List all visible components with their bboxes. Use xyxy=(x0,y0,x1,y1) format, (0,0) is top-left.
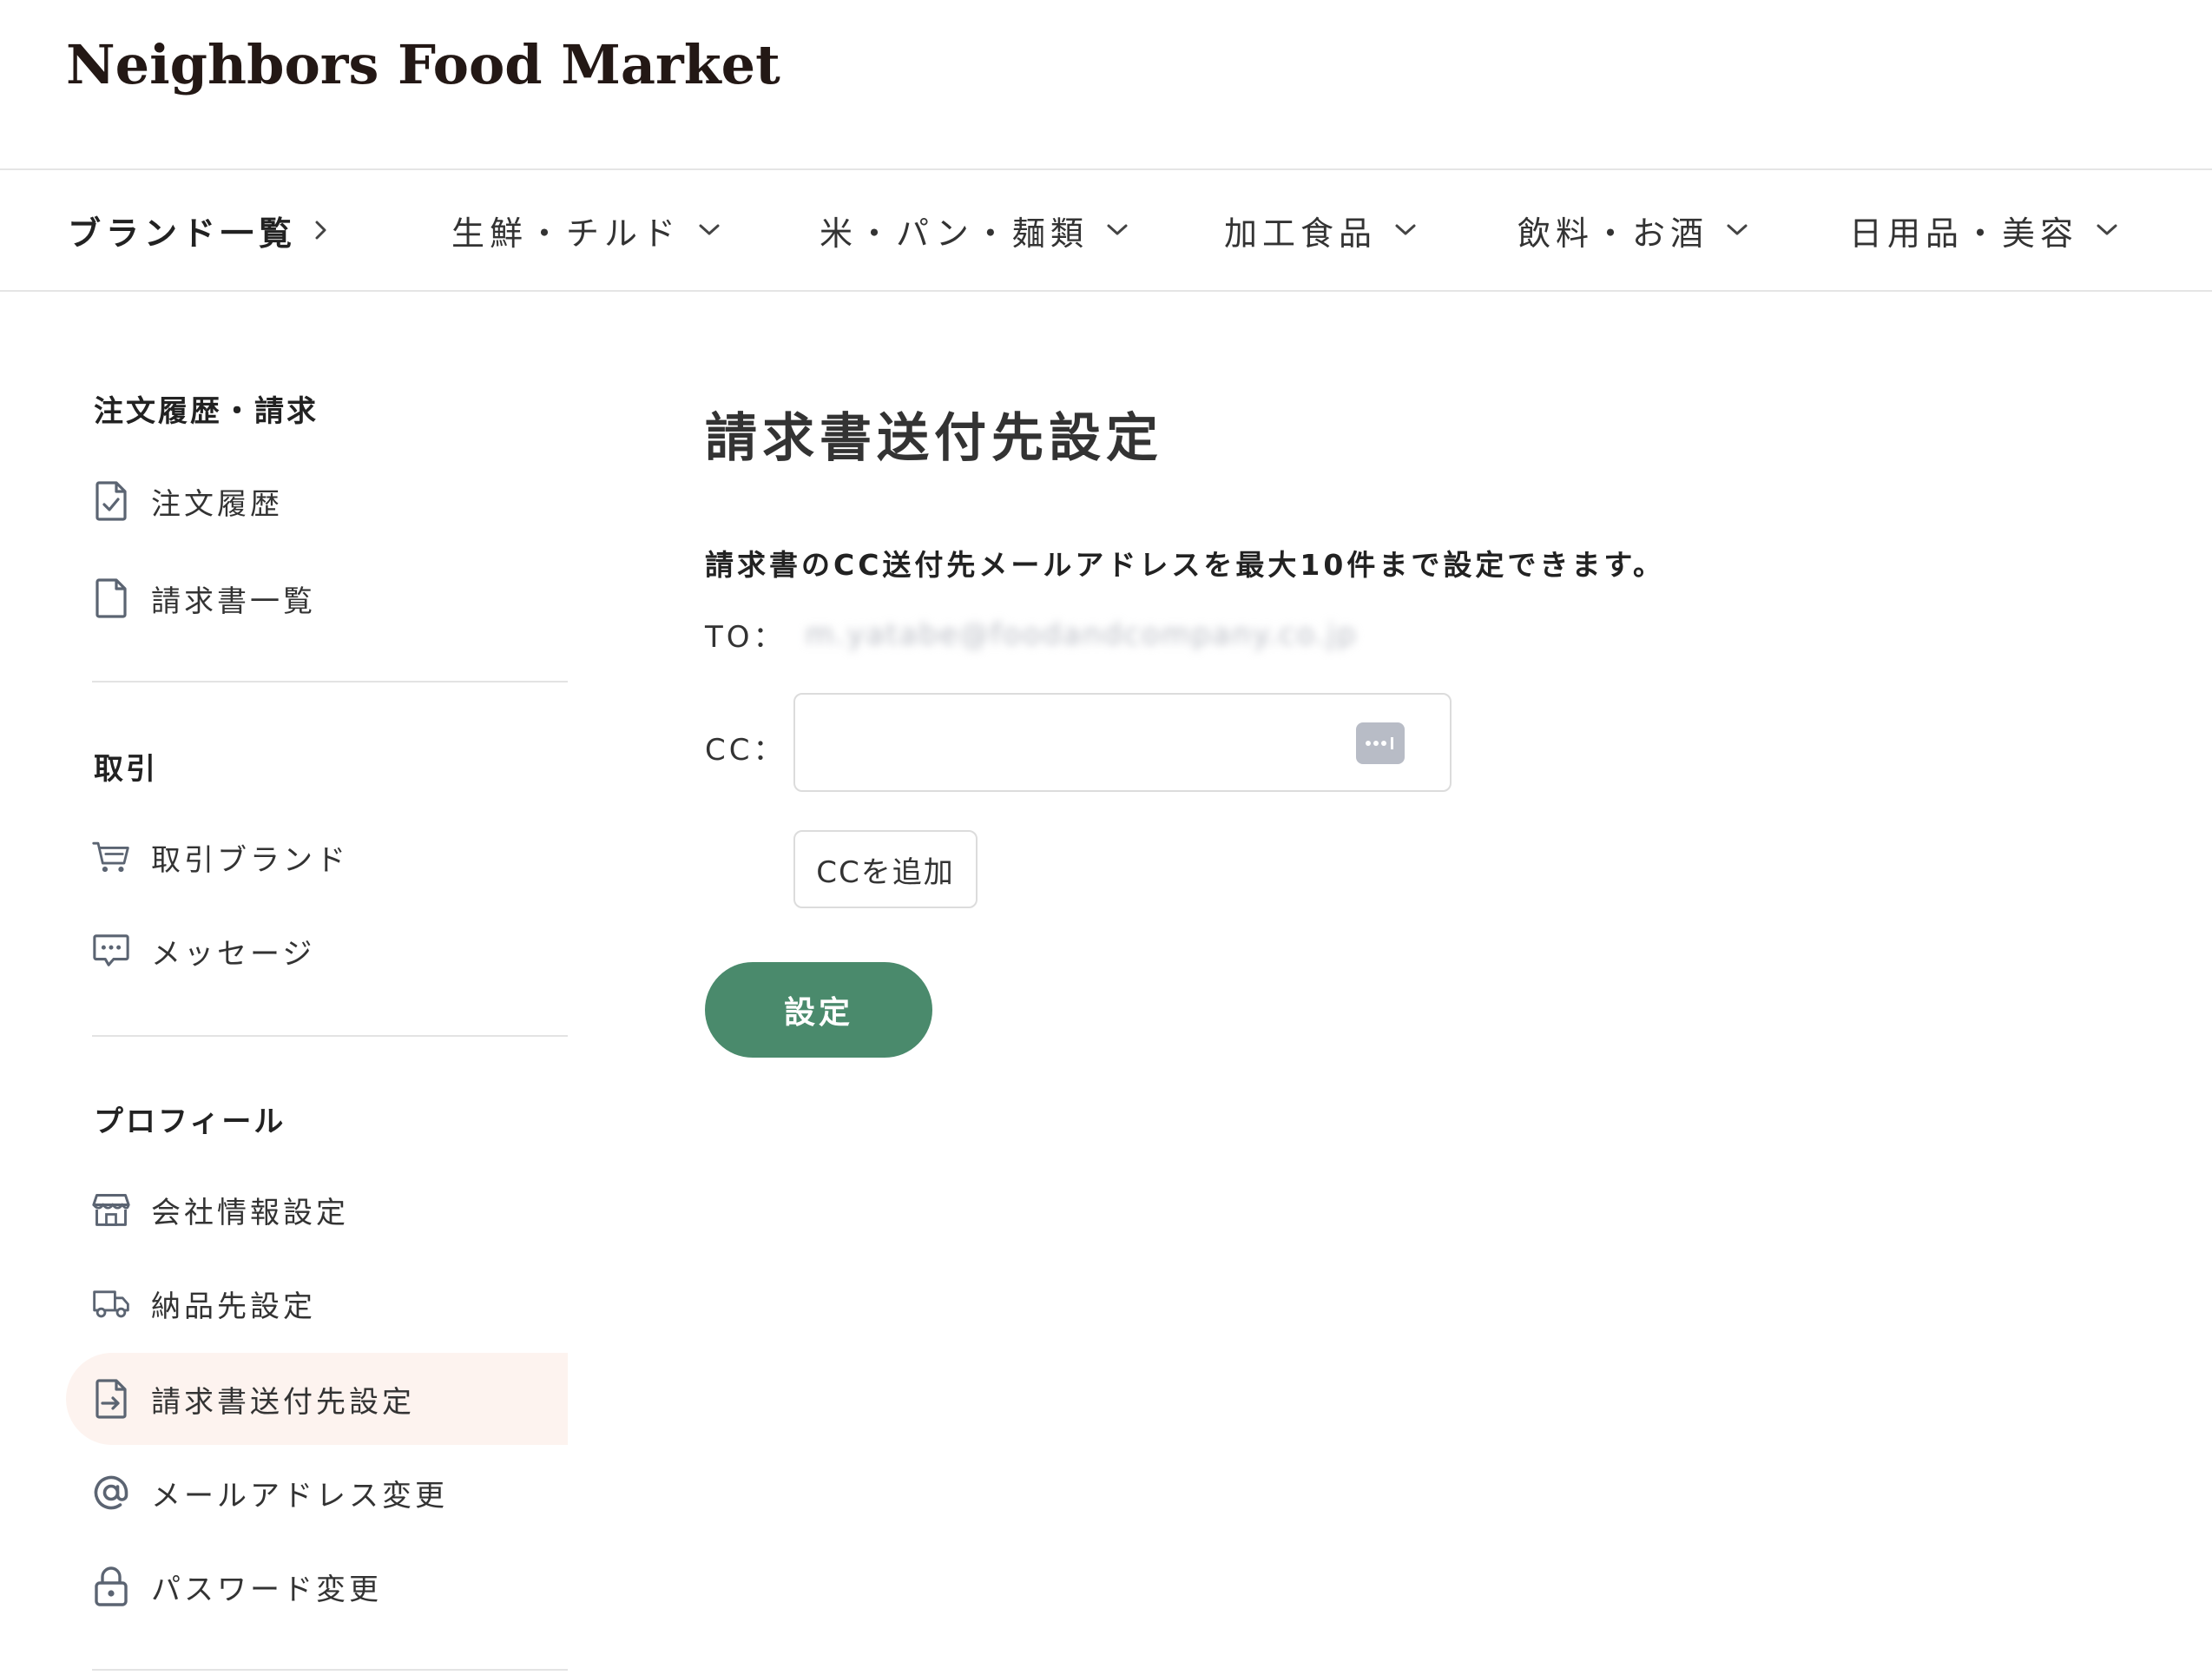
cc-label: CC： xyxy=(705,733,787,768)
nav-item-daily-goods[interactable]: 日用品・美容 xyxy=(1849,170,2120,290)
category-nav: ブランド一覧 生鮮・チルド 米・パン・麺類 加工食品 飲料・お酒 日用品・美容 xyxy=(0,170,2212,292)
chevron-down-icon xyxy=(699,224,720,235)
sidebar-item-label: 注文履歴 xyxy=(151,486,283,522)
nav-item-label: 生鮮・チルド xyxy=(451,214,681,253)
add-cc-button[interactable]: CCを追加 xyxy=(793,830,978,908)
document-icon xyxy=(92,578,130,618)
cc-email-input[interactable] xyxy=(813,710,1337,778)
sidebar-divider xyxy=(92,681,568,683)
nav-item-brands[interactable]: ブランド一覧 xyxy=(68,170,330,290)
chevron-down-icon xyxy=(1727,224,1748,235)
nav-item-fresh[interactable]: 生鮮・チルド xyxy=(451,170,722,290)
sidebar-item-messages[interactable]: メッセージ xyxy=(66,905,568,997)
sidebar-divider xyxy=(92,1035,568,1037)
site-logo[interactable]: Neighbors Food Market xyxy=(66,33,780,96)
chevron-down-icon xyxy=(1107,224,1128,235)
sidebar-item-invoice-list[interactable]: 請求書一覧 xyxy=(66,552,568,644)
chevron-right-icon xyxy=(315,221,326,240)
store-icon xyxy=(92,1190,130,1229)
nav-item-label: 日用品・美容 xyxy=(1849,214,2079,253)
cc-input-container[interactable] xyxy=(793,693,1452,792)
sidebar-item-password-change[interactable]: パスワード変更 xyxy=(66,1540,568,1632)
nav-item-drinks[interactable]: 飲料・お酒 xyxy=(1517,170,1750,290)
to-email-value: m.yatabe@foodandcompany.co.jp xyxy=(805,617,1358,652)
sidebar-section-title-trading: 取引 xyxy=(94,752,158,787)
sidebar-item-invoice-recipient[interactable]: 請求書送付先設定 xyxy=(66,1353,568,1445)
document-check-icon xyxy=(92,481,130,521)
cart-icon xyxy=(92,838,130,876)
truck-icon xyxy=(92,1284,130,1322)
sidebar-divider xyxy=(92,1669,568,1671)
sidebar-item-label: メッセージ xyxy=(151,936,316,972)
page-description: 請求書のCC送付先メールアドレスを最大10件まで設定できます。 xyxy=(705,548,1666,582)
to-row: TO： m.yatabe@foodandcompany.co.jp xyxy=(705,613,1358,656)
nav-item-label: 米・パン・麺類 xyxy=(820,214,1089,253)
sidebar-item-label: メールアドレス変更 xyxy=(151,1478,448,1513)
lock-icon xyxy=(92,1566,130,1606)
to-label: TO： xyxy=(705,620,787,655)
sidebar-item-company-info[interactable]: 会社情報設定 xyxy=(66,1164,568,1256)
chevron-down-icon xyxy=(1395,224,1416,235)
sidebar-item-label: パスワード変更 xyxy=(151,1572,382,1607)
site-header: Neighbors Food Market xyxy=(0,0,2212,170)
sidebar-section-title-profile: プロフィール xyxy=(94,1105,286,1139)
sidebar-item-label: 請求書一覧 xyxy=(151,584,316,619)
sidebar-item-trading-brands[interactable]: 取引ブランド xyxy=(66,811,568,903)
at-icon xyxy=(92,1474,130,1512)
sidebar-item-delivery[interactable]: 納品先設定 xyxy=(66,1257,568,1349)
nav-item-label: 飲料・お酒 xyxy=(1517,214,1709,253)
nav-item-processed[interactable]: 加工食品 xyxy=(1224,170,1419,290)
document-arrow-icon xyxy=(92,1379,130,1419)
chevron-down-icon xyxy=(2097,224,2117,235)
sidebar-item-label: 会社情報設定 xyxy=(151,1195,349,1230)
submit-settings-button[interactable]: 設定 xyxy=(705,962,932,1058)
message-icon xyxy=(92,932,130,970)
nav-item-rice-bread[interactable]: 米・パン・麺類 xyxy=(820,170,1130,290)
sidebar-item-label: 請求書送付先設定 xyxy=(151,1384,415,1420)
sidebar-item-label: 納品先設定 xyxy=(151,1289,316,1324)
sidebar-section-title-orders: 注文履歴・請求 xyxy=(94,394,319,429)
sidebar-item-order-history[interactable]: 注文履歴 xyxy=(66,455,568,547)
sidebar-item-label: 取引ブランド xyxy=(151,842,349,878)
password-manager-icon[interactable] xyxy=(1356,722,1405,764)
nav-item-label: 加工食品 xyxy=(1224,214,1378,253)
nav-item-label: ブランド一覧 xyxy=(68,214,298,253)
sidebar-item-email-change[interactable]: メールアドレス変更 xyxy=(66,1447,568,1539)
page-title: 請求書送付先設定 xyxy=(705,408,1163,469)
